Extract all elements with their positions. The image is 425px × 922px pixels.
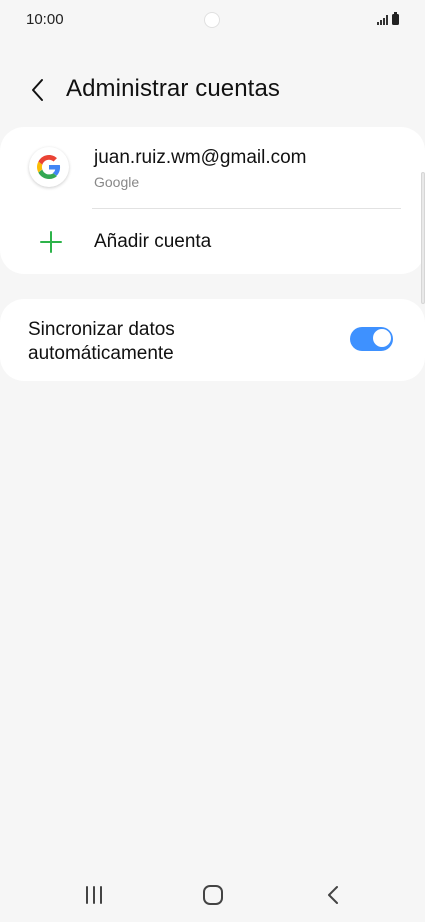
status-icons [377, 12, 399, 25]
account-email: juan.ruiz.wm@gmail.com [94, 147, 307, 168]
add-account-button[interactable]: Añadir cuenta [0, 209, 425, 274]
signal-icon [377, 15, 388, 25]
back-icon [328, 886, 338, 904]
sync-toggle[interactable] [350, 327, 393, 351]
plus-icon [40, 231, 62, 253]
home-icon [203, 885, 223, 905]
recent-apps-button[interactable] [74, 880, 114, 910]
front-camera [204, 12, 220, 28]
google-logo-icon [29, 147, 69, 187]
add-account-label: Añadir cuenta [94, 231, 212, 252]
status-time: 10:00 [26, 11, 64, 28]
accounts-card: juan.ruiz.wm@gmail.com Google Añadir cue… [0, 127, 425, 274]
sync-setting-row[interactable]: Sincronizar datos automáticamente [0, 299, 425, 381]
account-item-google[interactable]: juan.ruiz.wm@gmail.com Google [0, 127, 425, 207]
nav-back-button[interactable] [313, 880, 353, 910]
status-bar: 10:00 [0, 0, 425, 40]
account-provider: Google [94, 174, 140, 190]
sync-label: Sincronizar datos automáticamente [28, 319, 175, 364]
page-title: Administrar cuentas [66, 75, 280, 102]
toggle-knob [372, 328, 392, 348]
chevron-left-icon [32, 79, 43, 101]
recent-apps-icon [86, 886, 102, 904]
battery-icon [392, 12, 399, 25]
home-button[interactable] [193, 880, 233, 910]
navigation-bar [0, 868, 425, 922]
edge-panel-handle[interactable] [421, 172, 425, 304]
header: Administrar cuentas [0, 60, 425, 120]
back-button[interactable] [22, 74, 54, 106]
